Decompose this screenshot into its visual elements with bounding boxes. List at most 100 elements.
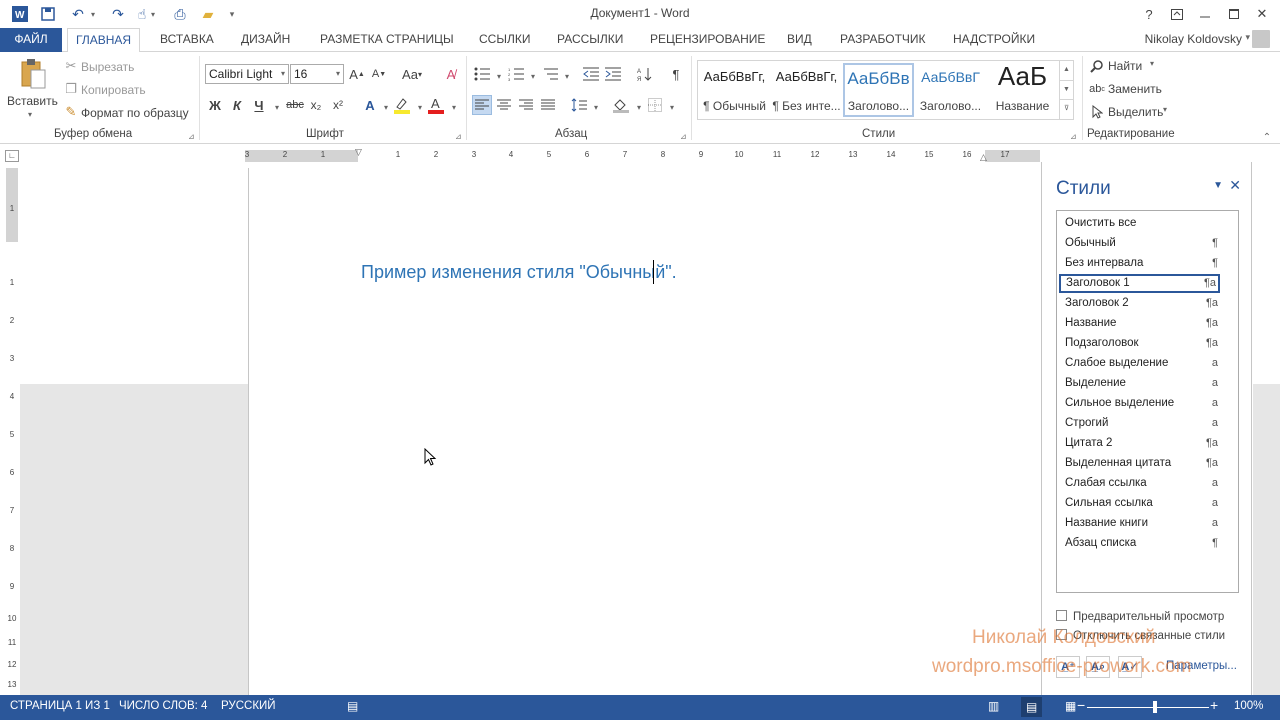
style-list-item[interactable]: Абзац списка ¶ (1059, 534, 1220, 553)
document-heading-text[interactable]: Пример изменения стиля "Обычный". (361, 262, 677, 283)
style-list-item[interactable]: Заголовок 1 ¶a (1059, 274, 1220, 293)
macro-record-icon[interactable]: ▤ (347, 699, 358, 713)
horizontal-ruler[interactable]: 3 2 1 1 2 3 4 5 6 7 8 9 10 11 12 13 14 1… (245, 147, 1040, 162)
tab-file[interactable]: ФАЙЛ (0, 28, 62, 52)
avatar[interactable] (1252, 30, 1270, 48)
decrease-indent-icon[interactable] (582, 65, 600, 83)
style-list-item[interactable]: Выделенная цитата ¶a (1059, 454, 1220, 473)
gallery-style-heading-1[interactable]: АаБбВв Заголово... (843, 63, 914, 117)
gallery-style-heading-2[interactable]: АаБбВвГ Заголово... (915, 63, 986, 117)
copy-button[interactable]: Копировать (81, 83, 146, 97)
close-window-icon[interactable]: ✕ (1250, 3, 1274, 25)
gallery-style-title[interactable]: АаБ Название (987, 61, 1058, 117)
close-icon[interactable]: ✕ (1229, 177, 1241, 194)
borders-dropdown-icon[interactable]: ▾ (663, 98, 681, 116)
tab-home[interactable]: ГЛАВНАЯ (67, 28, 141, 53)
underline-button[interactable]: Ч (250, 96, 268, 114)
bullets-icon[interactable] (473, 65, 491, 83)
tab-insert[interactable]: ВСТАВКА (152, 28, 222, 52)
style-list-item[interactable]: Слабая ссылка a (1059, 474, 1220, 493)
maximize-icon[interactable] (1222, 3, 1246, 25)
shrink-font-icon[interactable]: A ▼ (370, 65, 388, 83)
style-list-item[interactable]: Строгий a (1059, 414, 1220, 433)
line-spacing-dropdown-icon[interactable]: ▾ (587, 98, 605, 116)
gallery-style-normal[interactable]: АаБбВвГг, ¶ Обычный (699, 63, 770, 117)
tab-mailings[interactable]: РАССЫЛКИ (549, 28, 631, 52)
paste-button[interactable]: Вставить (7, 94, 58, 108)
find-icon[interactable] (1088, 57, 1106, 75)
font-color-dropdown-icon[interactable]: ▾ (445, 98, 463, 116)
language-indicator[interactable]: РУССКИЙ (221, 700, 276, 712)
tab-view[interactable]: ВИД (779, 28, 820, 52)
style-list-item[interactable]: Без интервала ¶ (1059, 254, 1220, 273)
bold-button[interactable]: Ж (206, 96, 224, 114)
superscript-button[interactable]: x² (329, 96, 347, 114)
cut-icon[interactable]: ✂ (62, 57, 80, 75)
align-right-icon[interactable] (517, 96, 535, 114)
find-dropdown-icon[interactable]: ▾ (1150, 59, 1154, 68)
highlight-icon[interactable] (393, 96, 411, 114)
change-case-icon[interactable]: Aa ▾ (400, 65, 424, 83)
web-layout-icon[interactable]: ▦ (1065, 699, 1076, 713)
paragraph-launcher-icon[interactable]: ⊿ (680, 132, 687, 141)
zoom-level[interactable]: 100% (1234, 700, 1263, 712)
word-count[interactable]: ЧИСЛО СЛОВ: 4 (119, 700, 207, 712)
justify-icon[interactable] (539, 96, 557, 114)
clipboard-launcher-icon[interactable]: ⊿ (188, 132, 195, 141)
gallery-more-icon[interactable]: ⊽ (1059, 99, 1073, 119)
ribbon-display-icon[interactable] (1165, 3, 1189, 25)
tab-review[interactable]: РЕЦЕНЗИРОВАНИЕ (642, 28, 773, 52)
style-list-item[interactable]: Название ¶a (1059, 314, 1220, 333)
page-count[interactable]: СТРАНИЦА 1 ИЗ 1 (10, 700, 110, 712)
tab-selector-icon[interactable]: ∟ (5, 150, 19, 162)
italic-button[interactable]: К (228, 96, 246, 114)
tab-references[interactable]: ССЫЛКИ (471, 28, 538, 52)
align-center-icon[interactable] (495, 96, 513, 114)
cut-button[interactable]: Вырезать (81, 60, 134, 74)
subscript-button[interactable]: x₂ (307, 96, 325, 114)
style-list-item[interactable]: Заголовок 2 ¶a (1059, 294, 1220, 313)
print-layout-icon[interactable]: ▤ (1021, 697, 1043, 717)
collapse-ribbon-icon[interactable]: ⌃ (1258, 128, 1276, 146)
gallery-scroll-up-icon[interactable]: ▲ (1059, 61, 1073, 80)
grow-font-icon[interactable]: A ▲ (348, 65, 366, 83)
gallery-scroll-down-icon[interactable]: ▼ (1059, 80, 1073, 99)
zoom-slider-thumb[interactable] (1153, 701, 1157, 713)
font-color-icon[interactable]: A (427, 96, 445, 114)
replace-button[interactable]: Заменить (1108, 82, 1162, 96)
zoom-out-icon[interactable]: − (1077, 697, 1085, 713)
tab-layout[interactable]: РАЗМЕТКА СТРАНИЦЫ (312, 28, 462, 52)
style-list-item[interactable]: Название книги a (1059, 514, 1220, 533)
bullets-dropdown-icon[interactable]: ▾ (490, 67, 508, 85)
format-painter-button[interactable]: Формат по образцу (81, 106, 189, 120)
style-list-item[interactable]: Очистить все (1059, 214, 1220, 233)
minimize-icon[interactable] (1193, 3, 1217, 25)
font-launcher-icon[interactable]: ⊿ (455, 132, 462, 141)
select-cursor-icon[interactable] (1088, 103, 1106, 121)
line-spacing-icon[interactable] (570, 96, 588, 114)
font-size-combo[interactable]: 16 ▾ (290, 64, 344, 84)
pane-options-icon[interactable]: ▼ (1213, 180, 1223, 191)
style-list-item[interactable]: Подзаголовок ¶a (1059, 334, 1220, 353)
style-list-item[interactable]: Выделение a (1059, 374, 1220, 393)
style-list-item[interactable]: Цитата 2 ¶a (1059, 434, 1220, 453)
style-list-item[interactable]: Обычный ¶ (1059, 234, 1220, 253)
style-list-item[interactable]: Сильное выделение a (1059, 394, 1220, 413)
numbering-icon[interactable]: 123 (507, 65, 525, 83)
first-line-indent-marker[interactable]: ▽ (355, 147, 362, 158)
read-mode-icon[interactable]: ▥ (988, 699, 999, 713)
user-menu-icon[interactable]: ▾ (1245, 32, 1250, 43)
show-formatting-icon[interactable]: ¶ (667, 65, 685, 83)
gallery-style-no-spacing[interactable]: АаБбВвГг, ¶ Без инте... (771, 63, 842, 117)
copy-icon[interactable]: ❐ (62, 80, 80, 98)
styles-launcher-icon[interactable]: ⊿ (1070, 132, 1077, 141)
find-button[interactable]: Найти (1108, 59, 1142, 73)
preview-checkbox[interactable]: Предварительный просмотр (1056, 610, 1224, 623)
increase-indent-icon[interactable] (604, 65, 622, 83)
format-painter-icon[interactable]: ✎ (62, 103, 80, 121)
paste-icon[interactable] (18, 58, 48, 90)
clear-formatting-icon[interactable]: A̸ (442, 65, 460, 83)
sort-icon[interactable]: AЯ (636, 65, 654, 83)
help-button[interactable]: ? (1137, 3, 1161, 25)
zoom-slider[interactable] (1087, 707, 1209, 708)
